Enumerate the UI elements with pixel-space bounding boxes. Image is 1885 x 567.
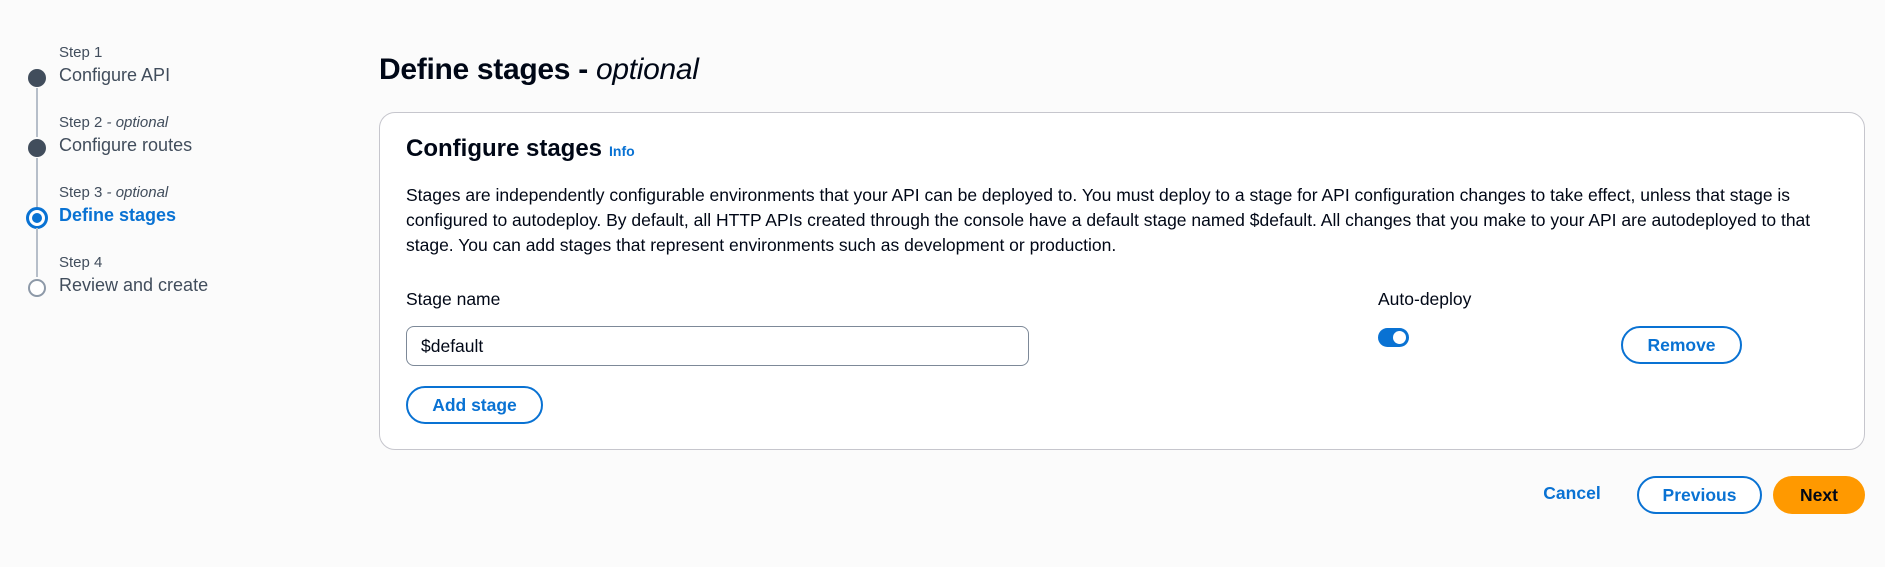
auto-deploy-toggle[interactable] — [1378, 328, 1409, 347]
info-link[interactable]: Info — [609, 143, 635, 159]
step-pending-icon — [28, 279, 46, 297]
remove-stage-button[interactable]: Remove — [1621, 326, 1742, 364]
panel-header: Configure stages Info — [406, 135, 635, 163]
wizard-step-4: Step 4 Review and create — [24, 254, 324, 324]
add-stage-button[interactable]: Add stage — [406, 386, 543, 424]
step-title[interactable]: Configure API — [59, 64, 324, 86]
wizard-step-3[interactable]: Step 3 - optional Define stages — [24, 184, 324, 277]
cancel-button[interactable]: Cancel — [1528, 474, 1616, 512]
step-title: Review and create — [59, 275, 209, 295]
step-title: Define stages — [59, 205, 177, 225]
stage-name-label: Stage name — [406, 289, 501, 309]
step-number: Step 2 - optional — [59, 114, 169, 131]
step-active-icon — [26, 207, 48, 229]
page-title: Define stages - optional — [379, 53, 699, 86]
auto-deploy-label: Auto-deploy — [1378, 289, 1472, 309]
step-number: Step 4 — [59, 254, 103, 271]
wizard-step-1[interactable]: Step 1 Configure API — [24, 44, 324, 137]
stage-name-input[interactable] — [406, 326, 1029, 366]
page: Step 1 Configure API Step 2 - optional C… — [0, 0, 1885, 567]
previous-button[interactable]: Previous — [1637, 476, 1762, 514]
wizard-steps: Step 1 Configure API Step 2 - optional C… — [24, 44, 324, 324]
next-button[interactable]: Next — [1773, 476, 1865, 514]
configure-stages-panel: Configure stages Info Stages are indepen… — [379, 112, 1865, 450]
toggle-knob — [1393, 331, 1406, 344]
step-title[interactable]: Configure routes — [59, 134, 324, 156]
step-number: Step 1 — [59, 44, 103, 61]
step-number: Step 3 - optional — [59, 184, 169, 201]
panel-description: Stages are independently configurable en… — [406, 185, 1811, 255]
wizard-step-2[interactable]: Step 2 - optional Configure routes — [24, 114, 324, 207]
step-complete-icon — [28, 139, 46, 157]
step-complete-icon — [28, 69, 46, 87]
panel-title: Configure stages — [406, 135, 603, 162]
